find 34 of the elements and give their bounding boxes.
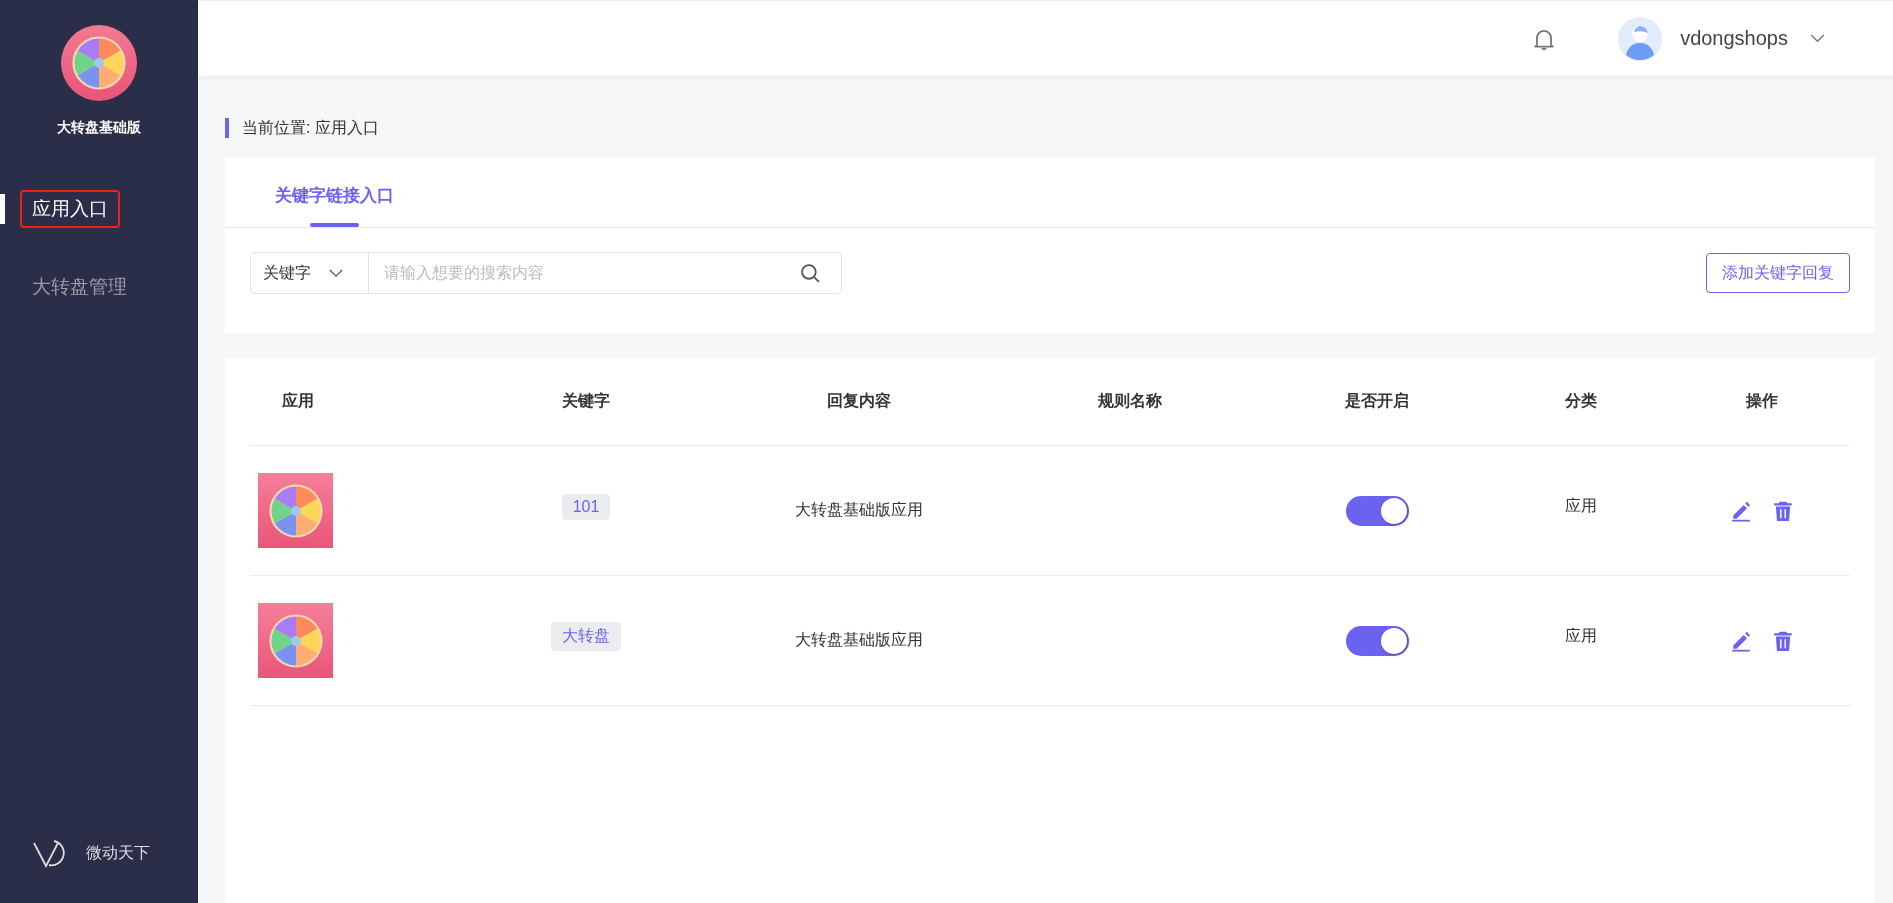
toggle-switch[interactable] [1345, 495, 1409, 526]
search-icon[interactable] [800, 262, 821, 284]
column-header: 应用 [282, 391, 314, 411]
column-header: 分类 [1565, 391, 1597, 411]
avatar-icon[interactable] [1618, 16, 1663, 61]
table-cell-text: 应用 [1565, 626, 1597, 646]
toggle-switch[interactable] [1345, 625, 1409, 656]
add-keyword-reply-button[interactable]: 添加关键字回复 [1706, 253, 1850, 293]
trash-icon[interactable] [1771, 629, 1794, 652]
edit-icon[interactable] [1729, 499, 1752, 522]
app-name: 大转盘基础版 [57, 119, 141, 137]
chevron-down-icon [329, 268, 343, 278]
column-header: 关键字 [562, 391, 610, 411]
tab[interactable]: 关键字链接入口 [275, 157, 394, 227]
keyword-tag: 101 [561, 493, 611, 520]
column-header: 是否开启 [1345, 391, 1409, 411]
table-cell-text: 应用 [1565, 496, 1597, 516]
column-header: 回复内容 [826, 391, 891, 411]
breadcrumb: 当前位置: 应用入口 [242, 117, 379, 138]
column-header: 操作 [1745, 391, 1778, 411]
v-logo-icon [32, 837, 68, 869]
search-field[interactable]: 关键字 请输入想要的搜索内容 [250, 252, 842, 294]
column-header: 规则名称 [1098, 391, 1162, 411]
filter-dropdown[interactable]: 关键字 [251, 253, 369, 293]
sidebar-item[interactable]: 应用入口 [20, 190, 120, 228]
table-cell-text: 大转盘基础版应用 [794, 500, 923, 520]
keyword-tag: 大转盘 [551, 622, 621, 651]
sidebar-item[interactable]: 大转盘管理 [20, 268, 139, 306]
brand-name: 微动天下 [86, 842, 150, 863]
edit-icon[interactable] [1729, 629, 1752, 652]
trash-icon[interactable] [1771, 499, 1794, 522]
chevron-down-icon[interactable] [1810, 34, 1825, 43]
table-cell-text: 大转盘基础版应用 [794, 630, 923, 650]
username[interactable]: vdongshops [1680, 27, 1788, 50]
